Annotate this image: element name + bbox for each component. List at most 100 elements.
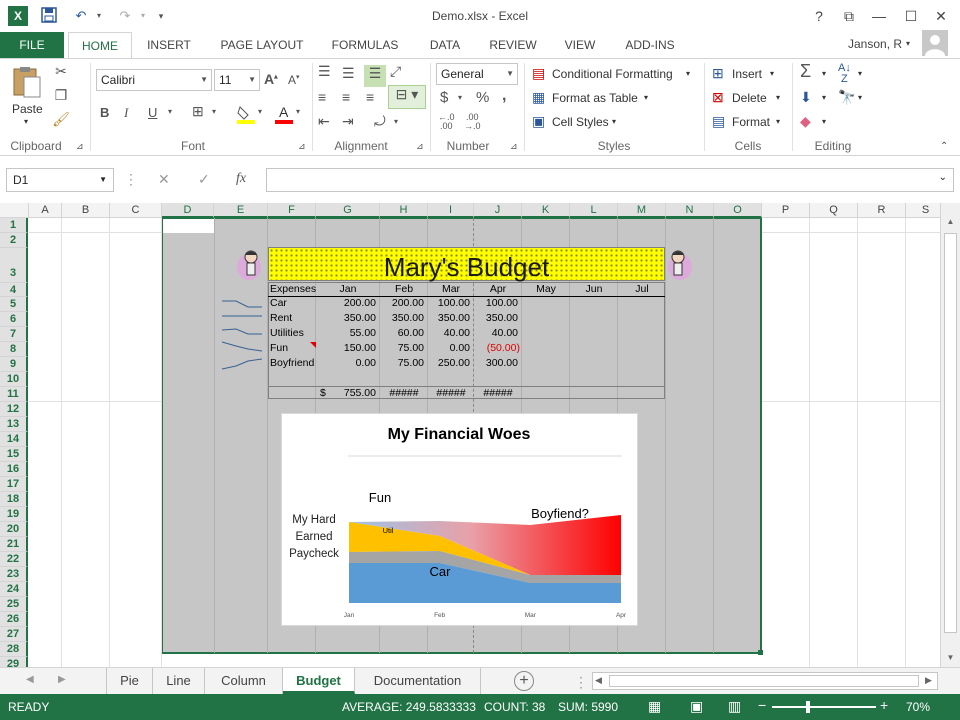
wrap-dropdown-icon[interactable]: ▾ <box>394 117 398 126</box>
column-header-f[interactable]: F <box>268 203 316 218</box>
sheet-tab-budget[interactable]: Budget <box>283 668 355 694</box>
column-header-n[interactable]: N <box>666 203 714 218</box>
horizontal-scrollbar[interactable]: ◀ ▶ <box>592 672 938 690</box>
scroll-left-icon[interactable]: ◀ <box>595 675 602 686</box>
header-expenses[interactable]: Expenses <box>270 283 316 297</box>
paste-icon[interactable] <box>10 65 44 99</box>
collapse-ribbon-icon[interactable]: ⌃ <box>940 141 948 152</box>
cell-car-feb[interactable]: 200.00 <box>380 297 424 309</box>
clear-dropdown-icon[interactable]: ▾ <box>822 117 826 126</box>
copy-icon[interactable]: ❐ <box>52 87 70 104</box>
page-break-preview-icon[interactable]: ▥ <box>728 698 741 715</box>
format-cells-icon[interactable]: ▤ <box>712 113 725 130</box>
currency-button[interactable]: $ <box>440 89 448 106</box>
insert-button[interactable]: Insert <box>732 67 762 81</box>
align-top-icon[interactable]: ☰ <box>318 63 331 80</box>
column-header-j[interactable]: J <box>474 203 522 218</box>
row-header-16[interactable]: 16 <box>0 462 28 477</box>
row-header-11[interactable]: 11 <box>0 387 28 402</box>
cell-fun-feb[interactable]: 75.00 <box>380 342 424 354</box>
tab-formulas[interactable]: FORMULAS <box>324 32 406 58</box>
row-header-19[interactable]: 19 <box>0 507 28 522</box>
sort-dropdown-icon[interactable]: ▾ <box>858 69 862 78</box>
total-mar[interactable]: ##### <box>428 387 474 399</box>
column-header-g[interactable]: G <box>316 203 380 218</box>
row-header-1[interactable]: 1 <box>0 218 28 233</box>
cell-styles-dropdown-icon[interactable]: ▾ <box>612 117 616 126</box>
column-header-d[interactable]: D <box>162 203 214 218</box>
orientation-icon[interactable]: ⤢ <box>390 63 401 80</box>
row-header-22[interactable]: 22 <box>0 552 28 567</box>
font-launcher-icon[interactable]: ⊿ <box>298 141 306 152</box>
cell-boyfriend-feb[interactable]: 75.00 <box>380 357 424 369</box>
number-format-select[interactable]: General ▼ <box>436 63 518 85</box>
chart-series-label-boyfiend[interactable]: Boyfiend? <box>531 506 589 521</box>
column-header-p[interactable]: P <box>762 203 810 218</box>
zoom-slider[interactable] <box>772 706 876 708</box>
paste-dropdown-icon[interactable]: ▾ <box>24 117 28 126</box>
tab-splitter-icon[interactable]: ⋮ <box>574 674 588 691</box>
header-feb[interactable]: Feb <box>380 283 428 295</box>
cell-boyfriend-jan[interactable]: 0.00 <box>316 357 376 369</box>
number-launcher-icon[interactable]: ⊿ <box>510 141 518 152</box>
underline-dropdown-icon[interactable]: ▾ <box>168 107 172 116</box>
row-header-5[interactable]: 5 <box>0 297 28 312</box>
autosum-dropdown-icon[interactable]: ▾ <box>822 69 826 78</box>
conditional-formatting-icon[interactable]: ▤ <box>532 65 545 82</box>
zoom-slider-thumb[interactable] <box>806 701 810 713</box>
chart-series-label-util[interactable]: Util <box>383 526 394 535</box>
cell-rent-mar[interactable]: 350.00 <box>428 312 470 324</box>
scroll-up-icon[interactable]: ▲ <box>941 217 960 226</box>
align-left-icon[interactable]: ≡ <box>318 89 326 105</box>
borders-dropdown-icon[interactable]: ▾ <box>212 107 216 116</box>
total-feb[interactable]: ##### <box>380 387 428 399</box>
fill-dropdown-icon[interactable]: ▾ <box>822 93 826 102</box>
merge-center-icon[interactable]: ⊟ ▾ <box>388 85 426 109</box>
row-label-rent[interactable]: Rent <box>270 312 316 327</box>
zoom-level[interactable]: 70% <box>906 700 930 714</box>
cancel-icon[interactable]: ✕ <box>158 171 170 188</box>
row-label-car[interactable]: Car <box>270 297 316 312</box>
align-bottom-icon[interactable]: ☰ <box>364 65 386 87</box>
row-header-4[interactable]: 4 <box>0 283 28 297</box>
alignment-launcher-icon[interactable]: ⊿ <box>416 141 424 152</box>
row-header-6[interactable]: 6 <box>0 312 28 327</box>
row-header-24[interactable]: 24 <box>0 582 28 597</box>
header-jan[interactable]: Jan <box>316 283 380 295</box>
cell-utilities-feb[interactable]: 60.00 <box>380 327 424 339</box>
header-jun[interactable]: Jun <box>570 283 618 295</box>
cell-car-jan[interactable]: 200.00 <box>316 297 376 309</box>
user-dropdown-icon[interactable]: ▾ <box>906 32 910 56</box>
row-header-17[interactable]: 17 <box>0 477 28 492</box>
tab-add-ins[interactable]: ADD-INS <box>614 32 686 58</box>
cell-fun-jan[interactable]: 150.00 <box>316 342 376 354</box>
row-label-boyfriend[interactable]: Boyfriend <box>270 357 316 372</box>
row-header-13[interactable]: 13 <box>0 417 28 432</box>
clear-icon[interactable]: ◆ <box>800 113 811 130</box>
format-as-table-button[interactable]: Format as Table <box>552 91 638 105</box>
align-middle-icon[interactable]: ☰ <box>342 65 355 82</box>
total-jan[interactable]: 755.00 <box>332 387 376 399</box>
row-header-9[interactable]: 9 <box>0 357 28 372</box>
scroll-down-icon[interactable]: ▼ <box>941 653 960 662</box>
cell-utilities-jan[interactable]: 55.00 <box>316 327 376 339</box>
minimize-button[interactable]: — <box>866 5 892 27</box>
underline-button[interactable]: U <box>148 105 157 120</box>
row-header-21[interactable]: 21 <box>0 537 28 552</box>
format-dropdown-icon[interactable]: ▾ <box>776 117 780 126</box>
column-header-a[interactable]: A <box>29 203 62 218</box>
header-may[interactable]: May <box>522 283 570 295</box>
row-header-3[interactable]: 3 <box>0 248 28 283</box>
find-select-icon[interactable]: 🔭 <box>838 89 855 106</box>
previous-sheet-icon[interactable]: ◀ <box>26 674 34 685</box>
fill-color-icon[interactable] <box>236 103 256 125</box>
align-center-icon[interactable]: ≡ <box>342 89 350 105</box>
ribbon-display-options-icon[interactable]: ⧉ <box>836 5 862 27</box>
column-header-k[interactable]: K <box>522 203 570 218</box>
row-header-20[interactable]: 20 <box>0 522 28 537</box>
conditional-dropdown-icon[interactable]: ▾ <box>686 69 690 78</box>
wrap-text-icon[interactable]: ⤾ <box>374 113 386 130</box>
tab-review[interactable]: REVIEW <box>482 32 544 58</box>
cell-styles-icon[interactable]: ▣ <box>532 113 545 130</box>
font-size-select[interactable]: 11 ▼ <box>214 69 260 91</box>
